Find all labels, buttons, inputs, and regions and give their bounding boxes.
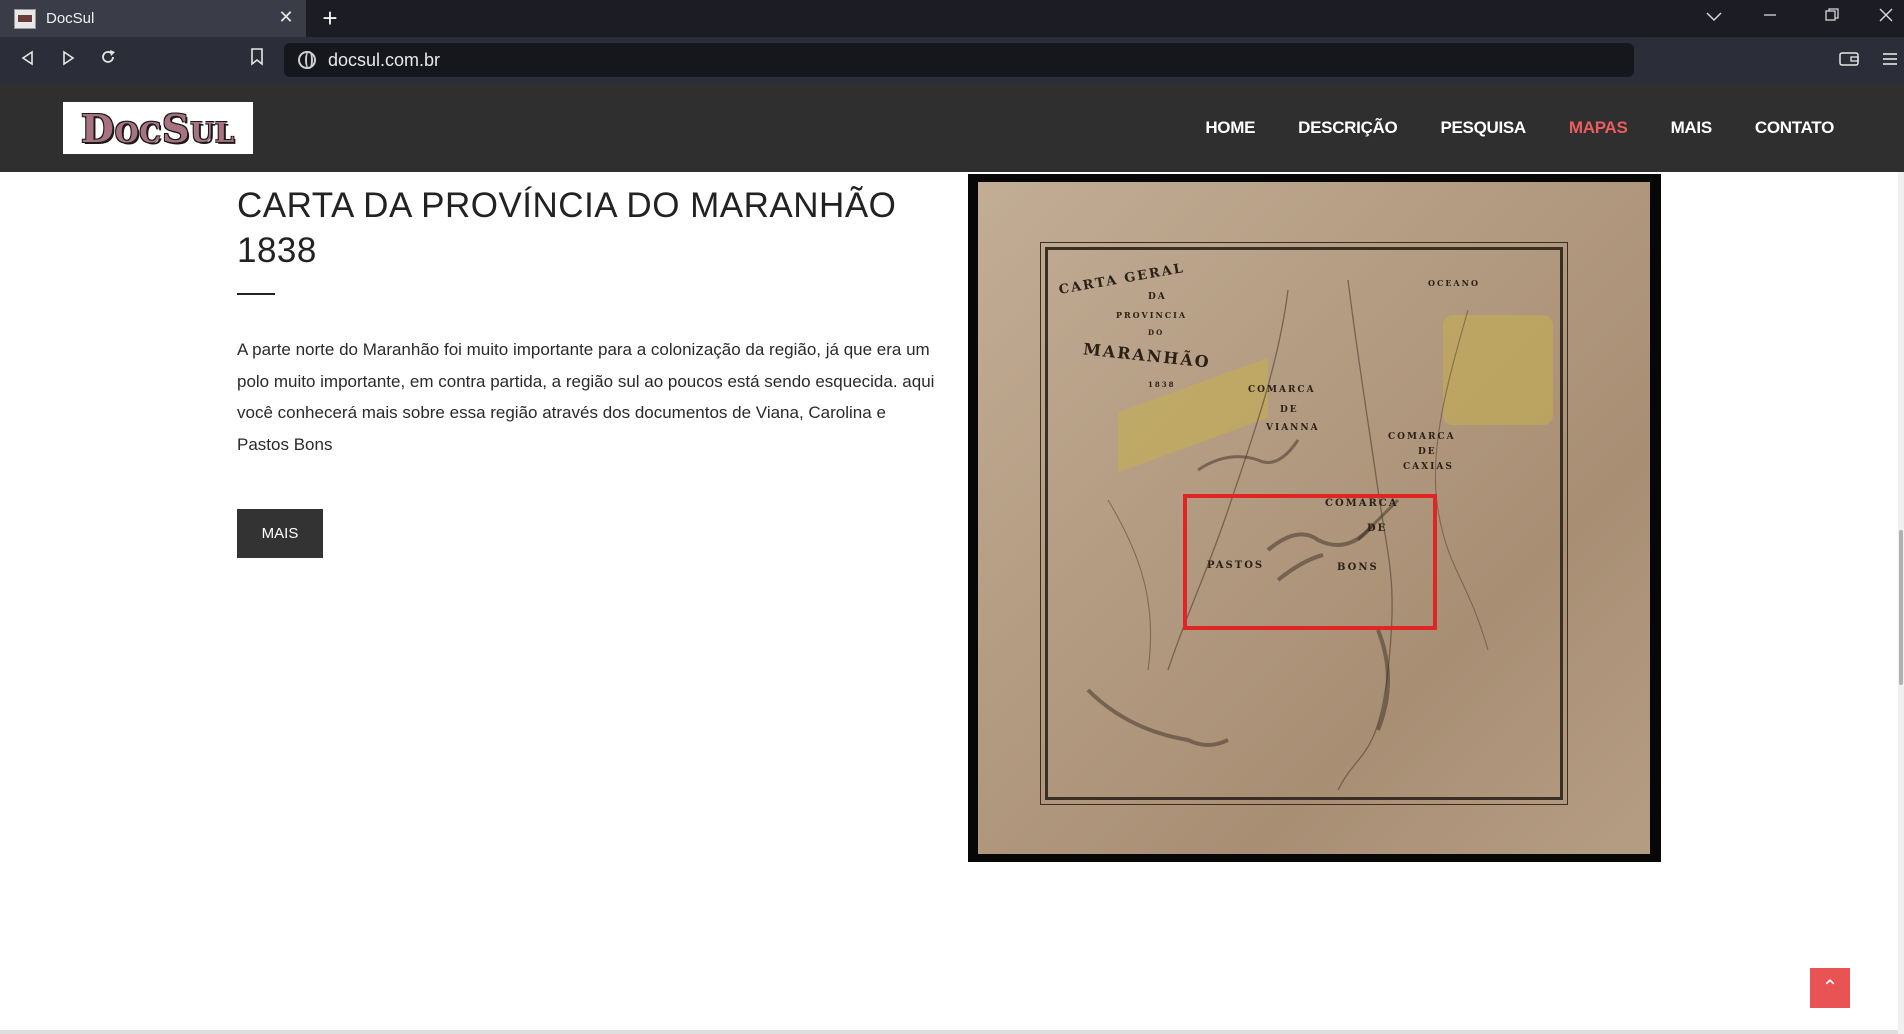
menu-icon[interactable]	[1876, 46, 1904, 74]
nav-item-mais[interactable]: MAIS	[1671, 118, 1713, 138]
tab-close-icon[interactable]: ✕	[276, 7, 296, 27]
map-label-comarca-vianna: COMARCA	[1248, 385, 1316, 395]
map-label-de-vianna: DE	[1280, 405, 1299, 415]
main-nav: HOME DESCRIÇÃO PESQUISA MAPAS MAIS CONTA…	[1162, 84, 1834, 172]
globe-icon	[298, 51, 316, 69]
nav-item-pesquisa[interactable]: PESQUISA	[1440, 118, 1526, 138]
map-paper: CARTA GERAL DA PROVINCIA DO MARANHÃO 183…	[978, 182, 1650, 854]
map-label-do: DO	[1148, 328, 1165, 337]
back-icon[interactable]	[14, 46, 42, 74]
map-label-vianna: VIANNA	[1266, 423, 1320, 433]
map-label-year: 1838	[1148, 380, 1176, 389]
map-image: CARTA GERAL DA PROVINCIA DO MARANHÃO 183…	[968, 174, 1661, 862]
bookmark-icon[interactable]	[243, 46, 271, 74]
map-label-caxias: CAXIAS	[1403, 462, 1454, 472]
new-tab-button[interactable]: +	[315, 3, 345, 33]
browser-tab-bar: DocSul ✕ +	[0, 0, 1904, 37]
horizontal-scrollbar	[0, 1030, 1898, 1034]
tab-title: DocSul	[46, 10, 95, 27]
favicon-icon	[14, 8, 36, 29]
scrollbar-thumb[interactable]	[1899, 530, 1903, 685]
logo-text: DocSul	[81, 105, 235, 151]
forward-icon[interactable]	[54, 46, 82, 74]
map-label-da: DA	[1148, 292, 1167, 302]
nav-item-descricao[interactable]: DESCRIÇÃO	[1298, 118, 1398, 138]
site-header: DocSul HOME DESCRIÇÃO PESQUISA MAPAS MAI…	[0, 84, 1904, 172]
map-label-provincia: PROVINCIA	[1116, 310, 1188, 320]
map-label-bons: BONS	[1337, 562, 1379, 573]
site-logo[interactable]: DocSul	[63, 102, 253, 154]
reload-icon[interactable]	[94, 46, 122, 74]
browser-tab[interactable]: DocSul ✕	[0, 0, 306, 37]
title-divider	[237, 293, 275, 295]
page-description: A parte norte do Maranhão foi muito impo…	[237, 340, 935, 454]
nav-item-mapas[interactable]: MAPAS	[1569, 118, 1628, 138]
mais-button[interactable]: MAIS	[237, 509, 323, 558]
map-label-de-pastos: DE	[1367, 523, 1388, 534]
scroll-to-top-button[interactable]: ⌃	[1810, 968, 1850, 1008]
restore-icon[interactable]	[1818, 6, 1846, 30]
wallet-icon[interactable]	[1835, 46, 1863, 74]
url-field[interactable]: docsul.com.br	[284, 43, 1634, 77]
address-bar-row: docsul.com.br	[0, 37, 1904, 84]
map-label-comarca-caxias: COMARCA	[1388, 432, 1456, 442]
tab-list-icon[interactable]	[1700, 6, 1728, 30]
map-label-oceano: OCEANO	[1428, 278, 1480, 288]
nav-item-home[interactable]: HOME	[1205, 118, 1255, 138]
map-label-pastos: PASTOS	[1207, 560, 1265, 571]
highlight-box: COMARCA DE PASTOS BONS	[1183, 494, 1437, 630]
map-label-comarca-pastos: COMARCA	[1325, 498, 1399, 509]
minimize-icon[interactable]	[1756, 6, 1784, 30]
map-label-de-caxias: DE	[1418, 447, 1437, 457]
url-text: docsul.com.br	[328, 49, 441, 70]
close-window-icon[interactable]	[1872, 6, 1900, 30]
page-title: CARTA DA PROVÍNCIA DO MARANHÃO 1838	[237, 186, 897, 270]
nav-item-contato[interactable]: CONTATO	[1755, 118, 1834, 138]
